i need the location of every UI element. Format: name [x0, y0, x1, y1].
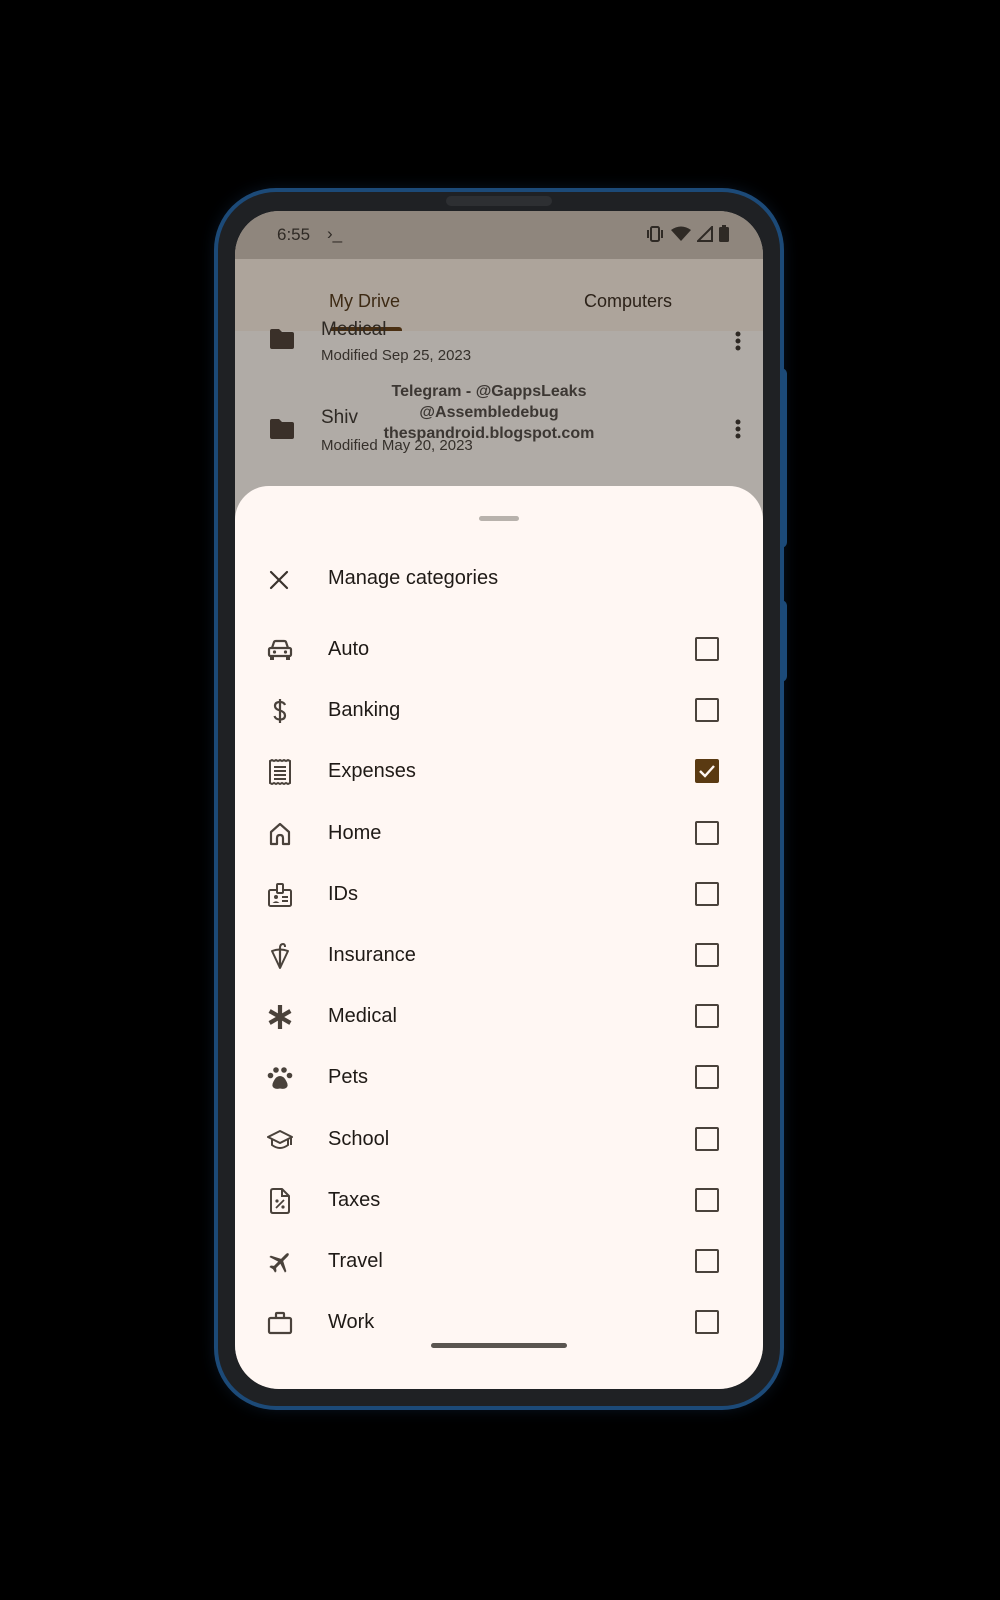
- close-icon: [269, 570, 289, 590]
- folder-icon: [269, 328, 295, 350]
- category-row-medical[interactable]: Medical: [235, 986, 763, 1047]
- paw-icon: [266, 1064, 294, 1092]
- category-list: Auto Banking Expenses Home IDs Insurance…: [235, 619, 763, 1353]
- category-label: Banking: [328, 699, 401, 722]
- category-label: Medical: [328, 1005, 397, 1028]
- category-row-auto[interactable]: Auto: [235, 619, 763, 680]
- category-checkbox[interactable]: [695, 1126, 719, 1151]
- category-checkbox[interactable]: [695, 1187, 719, 1212]
- category-label: Work: [328, 1311, 375, 1334]
- vibrate-icon: [645, 225, 665, 242]
- category-row-taxes[interactable]: Taxes: [235, 1170, 763, 1231]
- check-icon: [699, 765, 715, 779]
- watermark-line: @Assembledebug: [419, 404, 559, 421]
- battery-icon: [719, 225, 729, 242]
- close-button[interactable]: [261, 562, 297, 598]
- terminal-icon: ›_: [327, 224, 343, 243]
- power-button: [780, 368, 787, 548]
- asterisk-icon: [266, 1003, 294, 1031]
- category-label: Taxes: [328, 1188, 381, 1211]
- category-checkbox[interactable]: [695, 637, 719, 661]
- category-label: School: [328, 1127, 390, 1150]
- category-row-travel[interactable]: Travel: [235, 1231, 763, 1292]
- more-vert-icon[interactable]: [735, 331, 741, 351]
- watermark: Telegram - @GappsLeaks @Assembledebug th…: [235, 381, 763, 444]
- graduation-cap-icon: [266, 1126, 294, 1154]
- category-checkbox[interactable]: [695, 881, 719, 906]
- category-label: Home: [328, 821, 382, 844]
- category-row-school[interactable]: School: [235, 1109, 763, 1170]
- home-icon: [266, 820, 294, 848]
- category-checkbox[interactable]: [695, 1310, 719, 1335]
- tax-document-icon: [266, 1187, 294, 1215]
- category-checkbox[interactable]: [695, 1248, 719, 1273]
- file-row[interactable]: Medical Modified Sep 25, 2023: [235, 301, 763, 389]
- cellular-signal-icon: [697, 225, 713, 242]
- file-name: Medical: [321, 319, 387, 340]
- category-label: IDs: [328, 882, 358, 905]
- earpiece-speaker: [446, 196, 552, 206]
- category-checkbox[interactable]: [695, 1004, 719, 1029]
- id-badge-icon: [266, 881, 294, 909]
- category-label: Pets: [328, 1066, 369, 1089]
- watermark-line: thespandroid.blogspot.com: [383, 425, 595, 442]
- dollar-icon: [266, 697, 294, 725]
- briefcase-icon: [266, 1309, 294, 1337]
- status-bar: 6:55 ›_: [235, 211, 763, 259]
- category-label: Travel: [328, 1249, 383, 1272]
- home-indicator[interactable]: [431, 1343, 567, 1348]
- drag-handle[interactable]: [479, 516, 519, 521]
- category-label: Auto: [328, 638, 370, 660]
- category-label: Expenses: [328, 760, 416, 783]
- car-icon: [266, 636, 294, 664]
- airplane-icon: [266, 1248, 294, 1276]
- manage-categories-sheet: Manage categories Auto Banking Expenses …: [235, 486, 763, 1389]
- category-checkbox[interactable]: [695, 698, 719, 723]
- category-checkbox[interactable]: [695, 759, 719, 784]
- category-checkbox[interactable]: [695, 1065, 719, 1090]
- category-row-ids[interactable]: IDs: [235, 864, 763, 925]
- category-row-pets[interactable]: Pets: [235, 1047, 763, 1108]
- umbrella-icon: [266, 942, 294, 970]
- sheet-title: Manage categories: [328, 567, 499, 589]
- receipt-icon: [266, 758, 294, 786]
- volume-button: [780, 600, 787, 682]
- screen: 6:55 ›_ My Drive Computers Medical Modif…: [235, 211, 763, 1389]
- wifi-icon: [671, 226, 691, 242]
- status-time: 6:55: [277, 225, 311, 244]
- category-row-home[interactable]: Home: [235, 803, 763, 864]
- watermark-line: Telegram - @GappsLeaks: [391, 383, 587, 400]
- category-row-banking[interactable]: Banking: [235, 680, 763, 741]
- category-row-expenses[interactable]: Expenses: [235, 741, 763, 802]
- category-label: Insurance: [328, 943, 416, 966]
- category-row-insurance[interactable]: Insurance: [235, 925, 763, 986]
- category-checkbox[interactable]: [695, 820, 719, 845]
- file-meta: Modified Sep 25, 2023: [321, 347, 472, 364]
- category-checkbox[interactable]: [695, 942, 719, 967]
